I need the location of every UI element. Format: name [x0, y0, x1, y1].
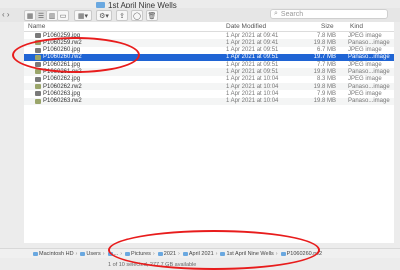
image-file-icon	[35, 98, 41, 104]
column-kind[interactable]: Kind	[350, 23, 363, 30]
file-size: 19.8 MB	[313, 39, 336, 46]
file-date: 1 Apr 2021 at 10:04	[226, 76, 279, 83]
table-row[interactable]: P1060262.rw2 1 Apr 2021 at 10:04 19.8 MB Pa…	[24, 83, 394, 91]
folder-icon	[33, 251, 38, 256]
action-gear-icon[interactable]: ⚙▾	[96, 10, 112, 21]
table-row[interactable]: P1060263.jpg 1 Apr 2021 at 10:04 7.9 MB JPE…	[24, 90, 394, 97]
breadcrumb-item[interactable]: Macintosh HD ›	[33, 251, 78, 257]
column-size[interactable]: Size	[321, 23, 334, 30]
file-size: 19.8 MB	[313, 98, 336, 105]
file-kind: JPEG image	[348, 90, 382, 97]
image-file-icon	[35, 76, 41, 82]
file-size: 8.3 MB	[316, 76, 336, 83]
back-forward-icon[interactable]: ‹ ›	[2, 10, 10, 19]
chevron-right-icon: ›	[75, 250, 78, 257]
file-kind: Panaso...image	[348, 39, 390, 46]
file-size: 7.7 MB	[316, 61, 336, 68]
file-kind: JPEG image	[348, 61, 382, 68]
file-size: 6.7 MB	[316, 47, 336, 54]
red-annotation-oval	[12, 37, 140, 73]
file-date: 1 Apr 2021 at 09:51	[226, 68, 279, 75]
file-date: 1 Apr 2021 at 09:51	[226, 47, 279, 54]
file-size: 19.8 MB	[313, 83, 336, 90]
file-size: 19.7 MB	[313, 54, 336, 61]
file-date: 1 Apr 2021 at 10:04	[226, 90, 279, 97]
file-date: 1 Apr 2021 at 09:51	[226, 54, 279, 61]
red-annotation-oval	[108, 230, 320, 270]
image-file-icon	[35, 91, 41, 97]
file-name: P1060262.jpg	[43, 76, 81, 83]
breadcrumb-label: Macintosh HD	[39, 250, 74, 257]
toolbar: ‹ › ▦ ☰ ▥ ▭ ▦▾ ⚙▾ ⇪ ◯ 🗑 ⌕ Search	[0, 8, 400, 22]
breadcrumb-item[interactable]: Users ›	[80, 251, 105, 257]
file-date: 1 Apr 2021 at 10:04	[226, 83, 279, 90]
tag-icon[interactable]: ◯	[131, 10, 143, 21]
file-date: 1 Apr 2021 at 09:41	[226, 32, 279, 39]
chevron-right-icon: ›	[102, 250, 105, 257]
file-kind: JPEG image	[348, 76, 382, 83]
file-kind: Panaso...image	[348, 98, 390, 105]
delete-icon[interactable]: 🗑	[146, 10, 158, 21]
file-name: P1060262.rw2	[43, 83, 82, 90]
share-icon[interactable]: ⇪	[116, 10, 128, 21]
file-size: 7.8 MB	[316, 32, 336, 39]
image-file-icon	[35, 69, 41, 75]
column-date-modified[interactable]: Date Modified	[226, 23, 266, 30]
file-kind: JPEG image	[348, 47, 382, 54]
file-kind: JPEG image	[348, 32, 382, 39]
file-name: P1060263.rw2	[43, 98, 82, 105]
column-name[interactable]: Name	[28, 23, 45, 30]
image-file-icon	[35, 33, 41, 38]
search-field[interactable]: ⌕ Search	[270, 9, 388, 19]
column-header: Name Date Modified Size Kind	[24, 22, 394, 32]
file-date: 1 Apr 2021 at 10:04	[226, 98, 279, 105]
file-kind: Panaso...image	[348, 83, 390, 90]
file-date: 1 Apr 2021 at 09:41	[226, 39, 279, 46]
file-kind: Panaso...image	[348, 68, 390, 75]
file-name: P1060263.jpg	[43, 90, 81, 97]
breadcrumb-label: Users	[86, 250, 101, 257]
table-row[interactable]: P1060263.rw2 1 Apr 2021 at 10:04 19.8 MB Pa…	[24, 97, 394, 105]
file-date: 1 Apr 2021 at 09:51	[226, 61, 279, 68]
file-kind: Panaso...image	[348, 54, 390, 61]
search-icon: ⌕	[274, 10, 278, 17]
group-by-button[interactable]: ▦▾	[74, 10, 92, 21]
search-placeholder: Search	[280, 10, 304, 18]
image-file-icon	[35, 84, 41, 90]
gallery-view-button[interactable]: ▭	[57, 10, 69, 21]
file-size: 19.8 MB	[313, 68, 336, 75]
folder-icon	[80, 251, 86, 256]
file-size: 7.9 MB	[316, 90, 336, 97]
table-row[interactable]: P1060262.jpg 1 Apr 2021 at 10:04 8.3 MB JPE…	[24, 76, 394, 83]
